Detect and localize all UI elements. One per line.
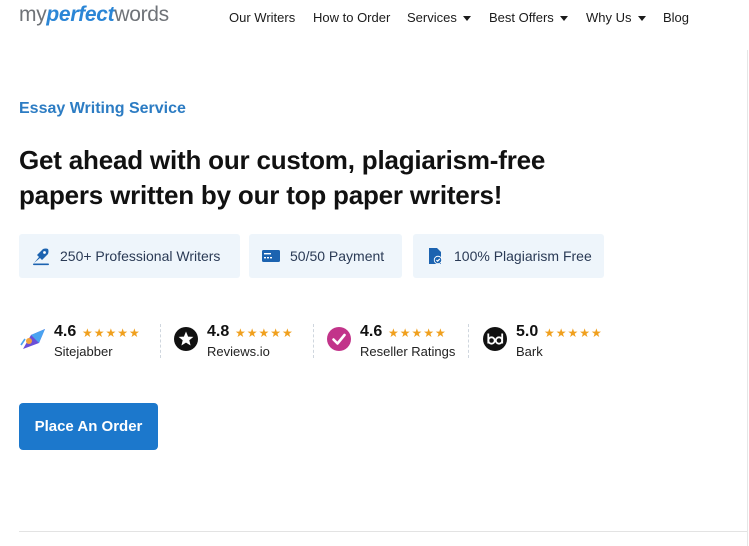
logo-part-words: words — [114, 3, 169, 26]
nav-label: Our Writers — [229, 10, 296, 25]
rating-sitejabber[interactable]: 4.6 ★★★★★ Sitejabber — [19, 320, 159, 364]
logo-part-perfect: perfect — [46, 3, 115, 26]
chevron-down-icon — [637, 15, 646, 21]
rating-divider — [313, 324, 314, 358]
section-divider — [19, 531, 747, 532]
star-rating: ★★★★★ — [388, 326, 447, 340]
nav-why-us[interactable]: Why Us — [586, 10, 646, 25]
headline-line-2: papers written by our top paper writers! — [19, 180, 503, 210]
nav-label: Blog — [663, 10, 690, 25]
site-logo[interactable]: myperfectwords — [19, 3, 169, 27]
nav-label: Why Us — [586, 10, 632, 25]
service-eyebrow: Essay Writing Service — [19, 100, 186, 117]
rating-reviews-io[interactable]: 4.8 ★★★★★ Reviews.io — [172, 320, 312, 364]
page-title: Get ahead with our custom, plagiarism-fr… — [19, 143, 619, 213]
feature-label: 50/50 Payment — [290, 248, 385, 264]
rating-site-name: Sitejabber — [54, 344, 113, 359]
nav-blog[interactable]: Blog — [663, 10, 689, 25]
star-rating: ★★★★★ — [82, 326, 141, 340]
top-navigation: myperfectwords Our Writers How to Order … — [0, 0, 749, 36]
rating-site-name: Reviews.io — [207, 344, 270, 359]
rating-score: 4.6 — [360, 323, 383, 340]
rating-score: 5.0 — [516, 323, 539, 340]
star-rating: ★★★★★ — [235, 326, 294, 340]
reviews-io-icon — [172, 325, 200, 353]
rating-score: 4.6 — [54, 323, 77, 340]
rating-site-name: Reseller Ratings — [360, 344, 456, 359]
feature-professional-writers: 250+ Professional Writers — [19, 234, 240, 278]
card-icon — [261, 246, 281, 266]
sitejabber-icon — [19, 325, 47, 353]
reseller-ratings-icon — [325, 325, 353, 353]
headline-line-1: Get ahead with our custom, plagiarism-fr… — [19, 145, 546, 175]
feature-label: 250+ Professional Writers — [60, 248, 221, 264]
right-divider — [747, 50, 748, 546]
nav-label: How to Order — [313, 10, 391, 25]
logo-part-my: my — [19, 3, 47, 26]
bark-icon — [481, 325, 509, 353]
nav-services[interactable]: Services — [407, 10, 471, 25]
rating-score: 4.8 — [207, 323, 230, 340]
nav-label: Best Offers — [489, 10, 554, 25]
feature-payment: 50/50 Payment — [249, 234, 402, 278]
chevron-down-icon — [462, 15, 471, 21]
nav-label: Services — [407, 10, 457, 25]
star-rating: ★★★★★ — [544, 326, 603, 340]
rating-divider — [160, 324, 161, 358]
feature-label: 100% Plagiarism Free — [454, 248, 592, 264]
chevron-down-icon — [559, 15, 568, 21]
nav-best-offers[interactable]: Best Offers — [489, 10, 568, 25]
document-check-icon — [425, 246, 445, 266]
rating-reseller-ratings[interactable]: 4.6 ★★★★★ Reseller Ratings — [325, 320, 470, 364]
nav-our-writers[interactable]: Our Writers — [229, 10, 295, 25]
rating-site-name: Bark — [516, 344, 543, 359]
nav-how-to-order[interactable]: How to Order — [313, 10, 390, 25]
rating-divider — [468, 324, 469, 358]
rating-bark[interactable]: 5.0 ★★★★★ Bark — [481, 320, 621, 364]
writer-icon — [31, 246, 51, 266]
feature-plagiarism-free: 100% Plagiarism Free — [413, 234, 604, 278]
place-order-button[interactable]: Place An Order — [19, 403, 158, 450]
